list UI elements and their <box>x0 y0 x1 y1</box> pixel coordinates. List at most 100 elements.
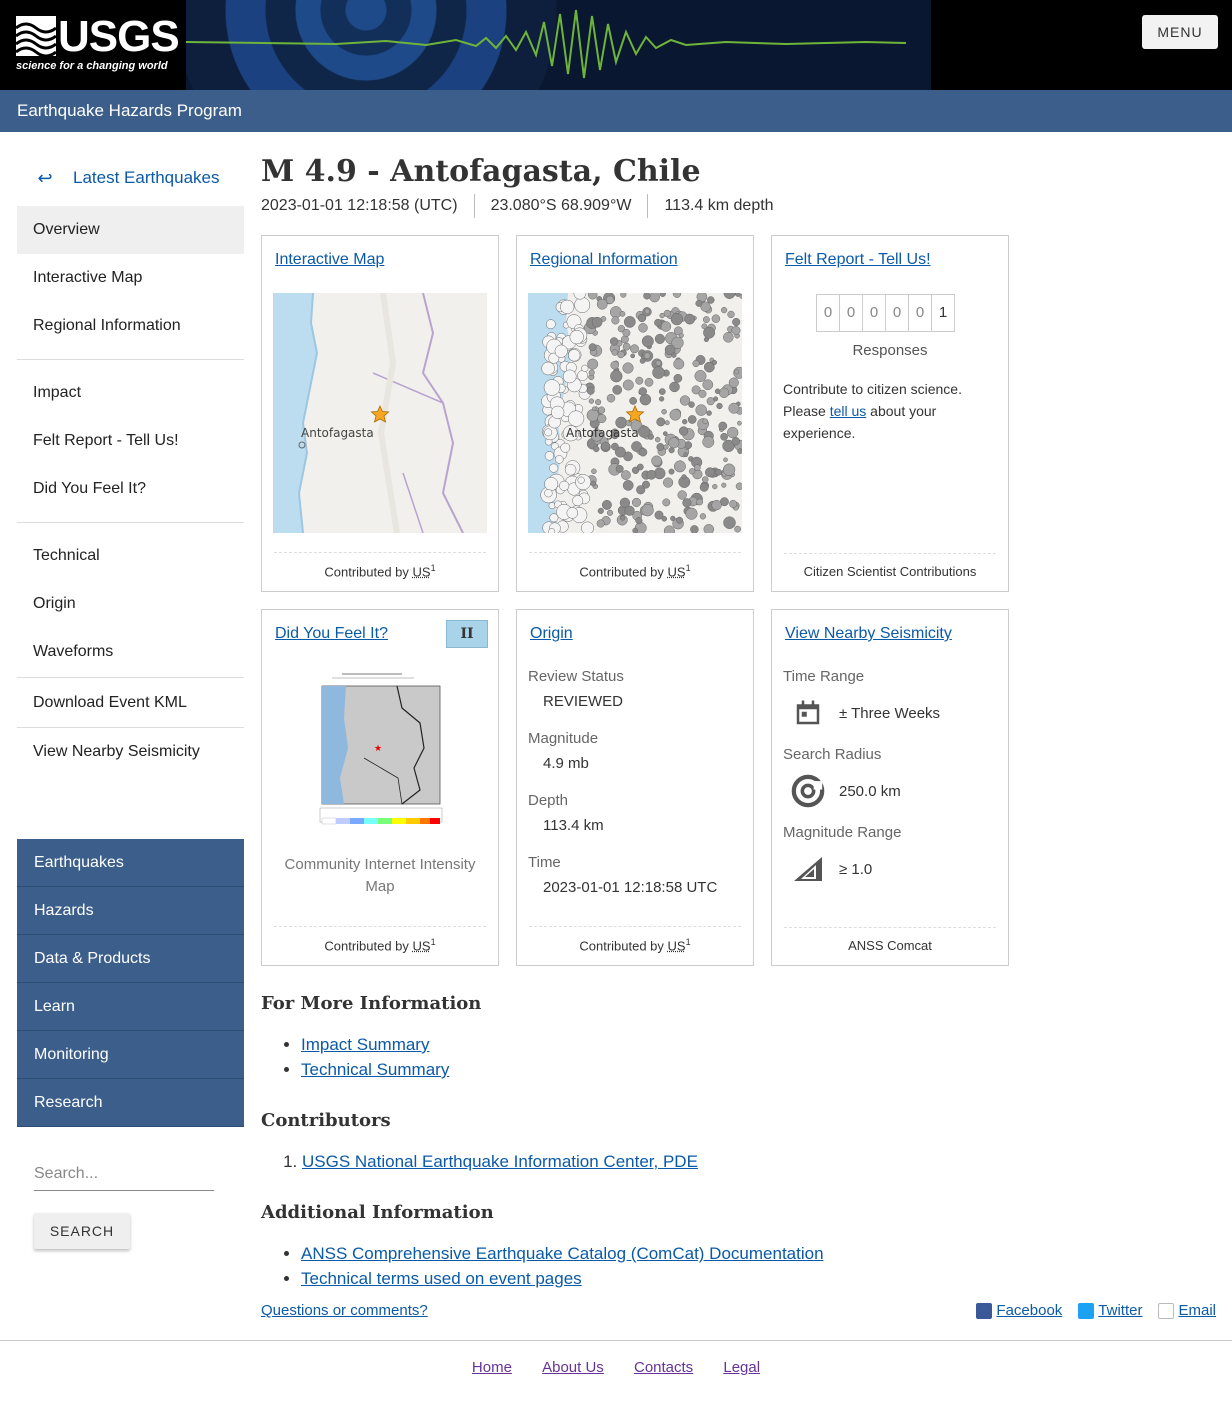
radius-target-icon <box>783 771 833 811</box>
card-footer: Contributed by US1 <box>529 925 741 953</box>
intensity-map-thumbnail[interactable]: ★ <box>302 668 444 836</box>
card-footer: Citizen Scientist Contributions <box>784 553 996 579</box>
regional-map-thumbnail[interactable]: Antofagasta <box>528 293 742 533</box>
event-sidebar: ↩ Latest Earthquakes Overview Interactiv… <box>17 150 244 1249</box>
technical-terms-link[interactable]: Technical terms used on event pages <box>301 1269 582 1288</box>
card-felt-report: Felt Report - Tell Us! 0 0 0 0 0 1 Respo… <box>771 235 1009 592</box>
magnitude-value: 4.9 mb <box>543 755 589 772</box>
site-nav-learn[interactable]: Learn <box>17 983 244 1031</box>
card-title-nearby-seismicity[interactable]: View Nearby Seismicity <box>785 625 952 643</box>
search-input[interactable] <box>34 1157 214 1191</box>
facebook-icon <box>976 1302 993 1319</box>
footer-about-link[interactable]: About Us <box>542 1359 604 1376</box>
tell-us-link[interactable]: tell us <box>830 403 867 419</box>
time-label: Time <box>528 854 561 871</box>
event-time: 2023-01-01 12:18:58 (UTC) <box>261 197 458 214</box>
sidebar-item-interactive-map[interactable]: Interactive Map <box>17 254 244 302</box>
sidebar-item-nearby-seismicity[interactable]: View Nearby Seismicity <box>17 728 244 776</box>
sidebar-divider <box>17 677 244 678</box>
technical-summary-link[interactable]: Technical Summary <box>301 1060 449 1079</box>
site-search: SEARCH <box>17 1157 244 1249</box>
usgs-wave-icon <box>16 16 56 56</box>
menu-button[interactable]: MENU <box>1142 15 1218 49</box>
more-info-list: Impact Summary Technical Summary <box>261 1032 1216 1082</box>
depth-value: 113.4 km <box>543 817 604 834</box>
latest-earthquakes-link[interactable]: ↩ Latest Earthquakes <box>17 150 244 206</box>
card-interactive-map: Interactive Map Antofagasta Contributed … <box>261 235 499 592</box>
card-title-interactive-map[interactable]: Interactive Map <box>275 251 384 269</box>
search-radius-value: 250.0 km <box>839 782 901 800</box>
search-button[interactable]: SEARCH <box>34 1213 130 1249</box>
sidebar-item-download-kml[interactable]: Download Event KML <box>17 679 244 727</box>
site-navigation: Earthquakes Hazards Data & Products Lear… <box>17 839 244 1127</box>
site-nav-hazards[interactable]: Hazards <box>17 887 244 935</box>
time-value: 2023-01-01 12:18:58 UTC <box>543 879 718 896</box>
impact-summary-link[interactable]: Impact Summary <box>301 1035 429 1054</box>
email-icon <box>1158 1302 1175 1319</box>
responses-counter: 0 0 0 0 0 1 <box>816 294 955 332</box>
sidebar-divider <box>17 359 244 360</box>
event-main: M 4.9 - Antofagasta, Chile 2023-01-01 12… <box>261 150 1216 1291</box>
event-depth: 113.4 km depth <box>647 194 789 218</box>
more-info-heading: For More Information <box>261 993 482 1014</box>
comcat-docs-link[interactable]: ANSS Comprehensive Earthquake Catalog (C… <box>301 1244 824 1263</box>
logo-tagline: science for a changing world <box>16 60 168 72</box>
card-title-dyfi[interactable]: Did You Feel It? <box>275 625 388 643</box>
email-share-link[interactable]: Email <box>1158 1302 1216 1319</box>
time-range-label: Time Range <box>783 668 865 685</box>
sidebar-item-regional-information[interactable]: Regional Information <box>17 302 244 350</box>
magnitude-label: Magnitude <box>528 730 599 747</box>
sidebar-item-overview[interactable]: Overview <box>17 206 244 254</box>
card-title-regional-information[interactable]: Regional Information <box>530 251 678 269</box>
sidebar-item-origin[interactable]: Origin <box>17 580 244 628</box>
event-location: 23.080°S 68.909°W <box>473 194 648 218</box>
site-nav-earthquakes[interactable]: Earthquakes <box>17 839 244 887</box>
event-subtitle: 2023-01-01 12:18:58 (UTC) 23.080°S 68.90… <box>261 194 1216 218</box>
card-nearby-seismicity: View Nearby Seismicity Time Range ± Thre… <box>771 609 1009 966</box>
card-footer: ANSS Comcat <box>784 927 996 953</box>
seismogram-banner <box>186 0 931 90</box>
card-footer: Contributed by US1 <box>274 551 486 579</box>
contributor-abbr[interactable]: US <box>668 938 686 953</box>
review-status-value: REVIEWED <box>543 693 624 710</box>
program-bar: Earthquake Hazards Program <box>0 90 1232 132</box>
sidebar-item-waveforms[interactable]: Waveforms <box>17 628 244 676</box>
card-title-origin[interactable]: Origin <box>530 625 573 643</box>
sidebar-item-technical[interactable]: Technical <box>17 532 244 580</box>
footer-home-link[interactable]: Home <box>472 1359 512 1376</box>
contributor-abbr[interactable]: US <box>413 564 431 579</box>
site-nav-data-products[interactable]: Data & Products <box>17 935 244 983</box>
contributors-list: USGS National Earthquake Information Cen… <box>261 1149 1216 1174</box>
site-nav-monitoring[interactable]: Monitoring <box>17 1031 244 1079</box>
logo-wordmark: USGS <box>58 12 180 61</box>
site-nav-research[interactable]: Research <box>17 1079 244 1127</box>
facebook-share-link[interactable]: Facebook <box>976 1302 1062 1319</box>
dyfi-caption: Community Internet Intensity Map <box>284 856 476 895</box>
page-footer: Home About Us Contacts Legal <box>0 1340 1232 1408</box>
sidebar-item-impact[interactable]: Impact <box>17 369 244 417</box>
program-title[interactable]: Earthquake Hazards Program <box>17 101 242 121</box>
feedback-share-bar: Questions or comments? Facebook Twitter … <box>261 1302 1216 1322</box>
share-links: Facebook Twitter Email <box>960 1302 1216 1319</box>
card-title-felt-report[interactable]: Felt Report - Tell Us! <box>785 251 931 269</box>
interactive-map-thumbnail[interactable]: Antofagasta <box>273 293 487 533</box>
questions-link[interactable]: Questions or comments? <box>261 1302 428 1319</box>
back-arrow-icon: ↩ <box>37 167 53 188</box>
sidebar-item-did-you-feel-it[interactable]: Did You Feel It? <box>17 465 244 513</box>
contributor-abbr[interactable]: US <box>668 564 686 579</box>
magnitude-wedge-icon <box>783 849 833 889</box>
contributors-heading: Contributors <box>261 1110 391 1131</box>
card-regional-information: Regional Information Antofagasta Contrib… <box>516 235 754 592</box>
search-radius-label: Search Radius <box>783 746 882 763</box>
footer-legal-link[interactable]: Legal <box>723 1359 760 1376</box>
usgs-logo[interactable]: USGS science for a changing world <box>16 12 180 76</box>
contributor-link[interactable]: USGS National Earthquake Information Cen… <box>302 1152 698 1171</box>
twitter-share-link[interactable]: Twitter <box>1078 1302 1142 1319</box>
magnitude-range-label: Magnitude Range <box>783 824 902 841</box>
sidebar-item-felt-report[interactable]: Felt Report - Tell Us! <box>17 417 244 465</box>
time-range-value: ± Three Weeks <box>839 704 941 722</box>
contributor-abbr[interactable]: US <box>413 938 431 953</box>
summary-cards: Interactive Map Antofagasta Contributed … <box>261 235 1216 967</box>
footer-contacts-link[interactable]: Contacts <box>634 1359 693 1376</box>
nearby-details: Time Range ± Three Weeks Search Radius 2… <box>783 668 998 902</box>
